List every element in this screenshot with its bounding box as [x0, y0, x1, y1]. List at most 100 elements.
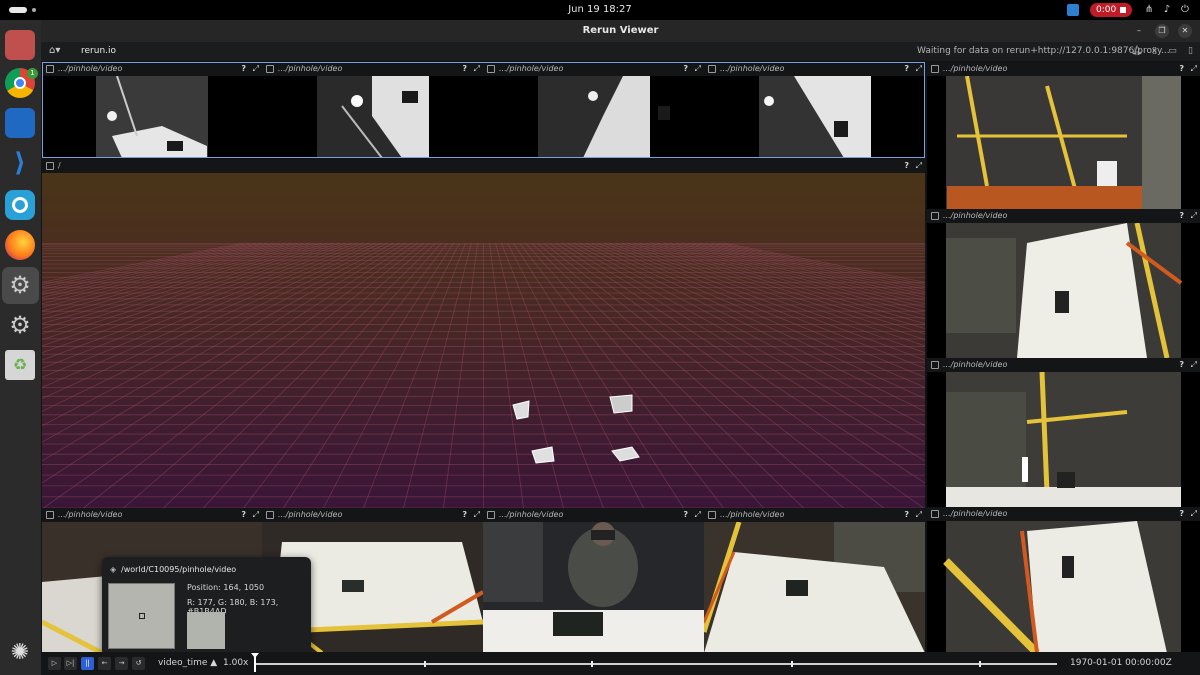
video-view-icon — [931, 212, 939, 220]
maximize-panel-icon[interactable]: ⤢ — [253, 62, 259, 76]
close-button[interactable]: ✕ — [1178, 24, 1192, 38]
3d-scene — [42, 173, 925, 508]
spatial-3d-panel[interactable]: /? ⤢ — [42, 159, 925, 508]
maximize-panel-icon[interactable]: ⤢ — [916, 62, 922, 76]
rerun-menu-icon[interactable]: ⌂▾ — [49, 45, 63, 58]
playback-speed[interactable]: 1.00x — [223, 658, 248, 668]
maximize-panel-icon[interactable]: ⤢ — [695, 508, 701, 522]
maximize-panel-icon[interactable]: ⤢ — [474, 62, 480, 76]
help-icon[interactable]: ? — [1179, 62, 1184, 76]
video-frame[interactable] — [704, 522, 925, 653]
power-icon[interactable]: ⏻ — [1179, 4, 1191, 16]
remote-desktop-icon[interactable] — [5, 108, 35, 138]
panel-title: .../pinhole/video — [943, 360, 1008, 369]
video-view-icon — [708, 65, 716, 73]
settings-icon-2[interactable]: ⚙ — [5, 310, 35, 340]
video-frame[interactable] — [704, 76, 925, 158]
video-panel-top-2[interactable]: .../pinhole/video? ⤢ — [262, 62, 483, 158]
video-frame[interactable] — [927, 521, 1200, 653]
system-top-bar: Jun 19 18:27 0:00 ⋔ ♪ ⏻ — [0, 0, 1200, 20]
video-view-icon — [266, 511, 274, 519]
3d-viewport[interactable] — [42, 173, 925, 508]
video-panel-right-1[interactable]: .../pinhole/video? ⤢ — [927, 62, 1200, 209]
video-panel-bottom-4[interactable]: .../pinhole/video? ⤢ — [704, 508, 925, 653]
notifications-icon[interactable]: 🔔︎ — [1131, 46, 1142, 56]
panel-title: .../pinhole/video — [278, 64, 343, 73]
panel-title: .../pinhole/video — [499, 64, 564, 73]
window-titlebar[interactable]: Rerun Viewer – ❐ ✕ — [41, 20, 1200, 42]
files-icon[interactable] — [5, 30, 35, 60]
help-icon[interactable]: ? — [904, 508, 909, 522]
timeline-selector[interactable]: video_time ▲ — [158, 658, 217, 668]
maximize-panel-icon[interactable]: ⤢ — [1191, 358, 1197, 372]
help-icon[interactable]: ? — [1179, 209, 1184, 223]
minimize-button[interactable]: – — [1132, 24, 1146, 38]
help-icon[interactable]: ? — [683, 508, 688, 522]
video-panel-bottom-3[interactable]: .../pinhole/video? ⤢ — [483, 508, 704, 653]
maximize-panel-icon[interactable]: ⤢ — [1191, 62, 1197, 76]
maximize-panel-icon[interactable]: ⤢ — [1191, 507, 1197, 521]
maximize-panel-icon[interactable]: ⤢ — [474, 508, 480, 522]
maximize-panel-icon[interactable]: ⤢ — [253, 508, 259, 522]
timeline-tick — [791, 661, 793, 667]
playhead[interactable] — [251, 653, 259, 672]
video-panel-right-3[interactable]: .../pinhole/video? ⤢ — [927, 358, 1200, 507]
help-icon[interactable]: ? — [904, 62, 909, 76]
video-frame[interactable] — [42, 76, 262, 158]
video-panel-right-4[interactable]: .../pinhole/video? ⤢ — [927, 507, 1200, 653]
play-button[interactable]: ▷ — [48, 657, 61, 670]
video-frame[interactable] — [483, 522, 704, 653]
toggle-right-panel-icon[interactable]: ▯ — [1185, 46, 1196, 56]
tray-app-icon[interactable] — [1067, 4, 1079, 16]
video-panel-top-3[interactable]: .../pinhole/video? ⤢ — [483, 62, 704, 158]
video-view-icon — [931, 65, 939, 73]
video-panel-right-2[interactable]: .../pinhole/video? ⤢ — [927, 209, 1200, 358]
help-icon[interactable]: ? — [462, 508, 467, 522]
step-back-icon[interactable]: ← — [98, 657, 111, 670]
maximize-panel-icon[interactable]: ⤢ — [695, 62, 701, 76]
help-icon[interactable]: ? — [241, 62, 246, 76]
help-icon[interactable]: ? — [1179, 507, 1184, 521]
loop-button[interactable]: ↺ — [132, 657, 145, 670]
video-view-icon — [487, 65, 495, 73]
video-frame[interactable] — [927, 223, 1200, 358]
time-panel: ▷ ▷| || ← → ↺ video_time ▲ 1.00x 1970-01… — [41, 652, 1200, 675]
help-icon[interactable]: ? — [1179, 358, 1184, 372]
maximize-panel-icon[interactable]: ⤢ — [916, 508, 922, 522]
help-icon[interactable]: ? — [462, 62, 467, 76]
rerun-brand-link[interactable]: rerun.io — [81, 46, 116, 56]
video-frame[interactable] — [262, 76, 483, 158]
sync-icon[interactable] — [5, 190, 35, 220]
show-apps-icon[interactable]: ✺ — [5, 638, 35, 668]
maximize-panel-icon[interactable]: ⤢ — [916, 159, 922, 173]
pixel-position: Position: 164, 1050 — [187, 583, 265, 592]
network-icon[interactable]: ⋔ — [1143, 4, 1155, 16]
video-panel-top-4[interactable]: .../pinhole/video? ⤢ — [704, 62, 925, 158]
screen-recording-indicator[interactable]: 0:00 — [1090, 3, 1132, 17]
vscode-icon[interactable]: ⟩ — [5, 148, 35, 178]
video-frame[interactable] — [927, 76, 1200, 209]
clock[interactable]: Jun 19 18:27 — [0, 4, 1200, 15]
volume-icon[interactable]: ♪ — [1161, 4, 1173, 16]
panel-title: / — [58, 161, 61, 170]
maximize-panel-icon[interactable]: ⤢ — [1191, 209, 1197, 223]
settings-icon[interactable]: ⚙ — [5, 270, 35, 300]
step-forward-icon[interactable]: → — [115, 657, 128, 670]
help-icon[interactable]: ? — [904, 159, 909, 173]
video-frame[interactable] — [483, 76, 704, 158]
toggle-bottom-panel-icon[interactable]: ▭ — [1167, 46, 1178, 56]
video-panel-top-1[interactable]: .../pinhole/video? ⤢ — [42, 62, 262, 158]
toggle-left-panel-icon[interactable]: ▯ — [1149, 46, 1160, 56]
step-forward-button[interactable]: ▷| — [64, 657, 77, 670]
maximize-button[interactable]: ❐ — [1155, 24, 1169, 38]
firefox-icon[interactable] — [5, 230, 35, 260]
video-view-icon — [931, 361, 939, 369]
help-icon[interactable]: ? — [241, 508, 246, 522]
video-frame[interactable] — [927, 372, 1200, 507]
trash-icon[interactable]: ♻ — [5, 350, 35, 380]
camera-frame — [483, 522, 704, 653]
timeline-tick — [424, 661, 426, 667]
timeline-track[interactable] — [255, 663, 1057, 665]
help-icon[interactable]: ? — [683, 62, 688, 76]
pause-button[interactable]: || — [81, 657, 94, 670]
